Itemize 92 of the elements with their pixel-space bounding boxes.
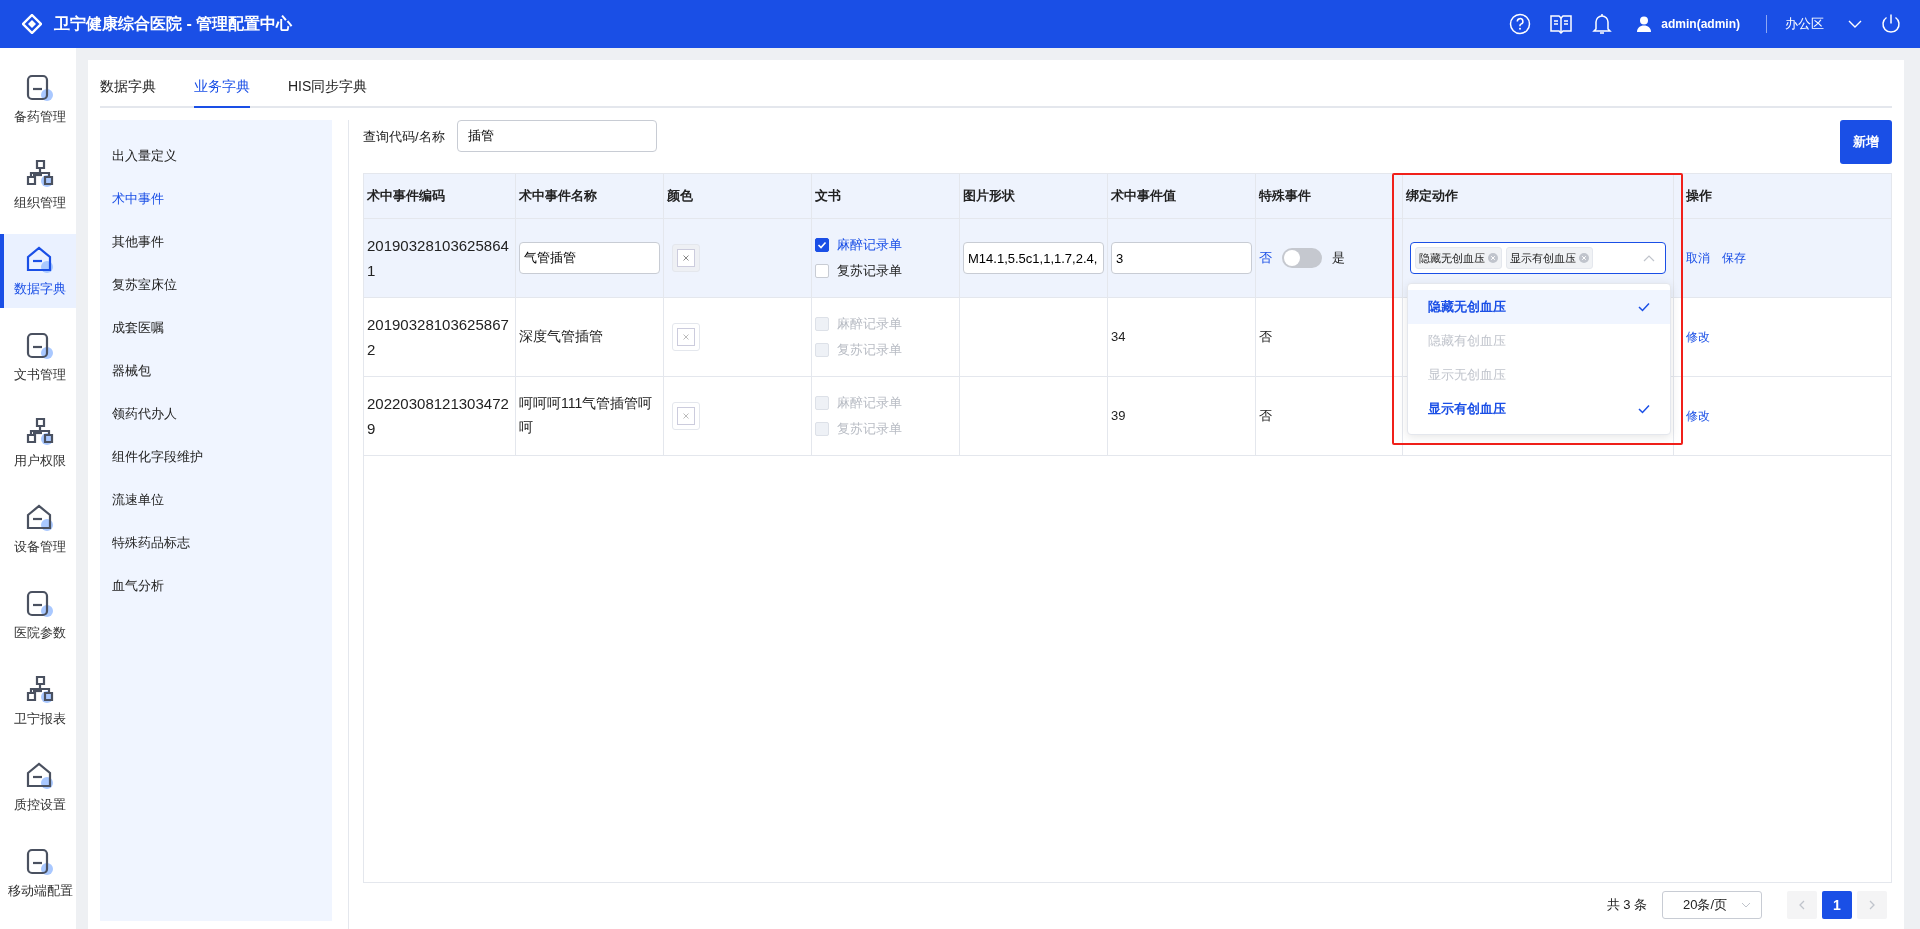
submenu-item[interactable]: 术中事件 — [100, 177, 332, 220]
table-cell-text: 呵呵呵111气管插管呵呵 — [519, 394, 654, 437]
user-icon — [1637, 16, 1652, 32]
nav-item[interactable]: 用户权限 — [0, 406, 76, 480]
submenu-item[interactable]: 其他事件 — [100, 220, 332, 263]
cross-icon — [677, 407, 695, 425]
book-icon[interactable] — [1549, 13, 1574, 35]
column-header: 术中事件名称 — [519, 187, 597, 205]
app-title: 卫宁健康综合医院 - 管理配置中心 — [54, 13, 293, 34]
chevron-down-icon[interactable] — [1848, 20, 1862, 28]
dropdown-option[interactable]: 隐藏无创血压 — [1408, 290, 1670, 324]
tab[interactable]: 业务字典 — [194, 78, 250, 108]
document-checkbox[interactable]: 麻醉记录单 — [815, 233, 902, 256]
page-size-select[interactable]: 20条/页 — [1662, 891, 1762, 919]
next-page-button[interactable] — [1857, 891, 1887, 919]
total-count: 共 3 条 — [1606, 896, 1647, 914]
action-link[interactable]: 保存 — [1722, 247, 1746, 269]
column-header: 操作 — [1686, 187, 1712, 205]
submenu-item[interactable]: 器械包 — [100, 349, 332, 392]
add-button[interactable]: 新增 — [1840, 120, 1892, 164]
submenu-item[interactable]: 领药代办人 — [100, 392, 332, 435]
table-cell-text: 34 — [1111, 327, 1126, 346]
chevron-down-icon — [1741, 902, 1751, 908]
search-label: 查询代码/名称 — [363, 128, 445, 146]
help-icon[interactable] — [1509, 13, 1532, 35]
close-icon[interactable] — [1488, 253, 1498, 263]
switch-label: 是 — [1332, 248, 1345, 267]
value-input[interactable]: 3 — [1111, 242, 1252, 274]
action-select[interactable]: 隐藏无创血压 显示有创血压 — [1410, 242, 1666, 274]
shape-input[interactable]: M14.1,5.5c1,1,1.7,2.4, — [963, 242, 1104, 274]
table-cell-text: 39 — [1111, 406, 1126, 425]
submenu-item[interactable]: 组件化字段维护 — [100, 435, 332, 478]
submenu-item[interactable]: 成套医嘱 — [100, 306, 332, 349]
check-icon — [1638, 302, 1650, 312]
switch-label: 否 — [1259, 248, 1272, 267]
column-header: 图片形状 — [963, 187, 1015, 205]
submenu-item[interactable]: 出入量定义 — [100, 134, 332, 177]
tab[interactable]: 数据字典 — [100, 78, 156, 108]
region-label[interactable]: 办公区 — [1785, 15, 1824, 33]
submenu-item[interactable]: 特殊药品标志 — [100, 521, 332, 564]
nav-item[interactable]: 卫宁报表 — [0, 664, 76, 738]
table-cell-text: 否 — [1259, 327, 1272, 346]
check-icon — [1638, 404, 1650, 414]
nav-item[interactable]: 组织管理 — [0, 148, 76, 222]
power-icon[interactable] — [1880, 13, 1902, 35]
cross-icon — [677, 249, 695, 267]
check-icon — [817, 239, 827, 250]
nav-item[interactable]: 备药管理 — [0, 62, 76, 136]
toggle-switch[interactable] — [1282, 248, 1322, 268]
nav-item[interactable]: 质控设置 — [0, 750, 76, 824]
table-cell-text: 201903281036258641 — [367, 235, 510, 281]
column-header: 颜色 — [667, 187, 693, 205]
search-field[interactable]: 插管 — [456, 120, 657, 152]
column-header: 特殊事件 — [1259, 187, 1311, 205]
color-picker[interactable] — [672, 402, 700, 430]
nav-item[interactable]: 文书管理 — [0, 320, 76, 394]
table-cell-text: 否 — [1259, 406, 1272, 425]
submenu-item[interactable]: 复苏室床位 — [100, 263, 332, 306]
chevron-up-icon — [1643, 254, 1655, 262]
table-cell-text: 深度气管插管 — [519, 327, 603, 347]
nav-item[interactable]: 设备管理 — [0, 492, 76, 566]
user-name[interactable]: admin(admin) — [1661, 17, 1740, 31]
nav-item[interactable]: 医院参数 — [0, 578, 76, 652]
submenu-item[interactable]: 流速单位 — [100, 478, 332, 521]
selected-tag: 隐藏无创血压 — [1415, 247, 1502, 269]
close-icon[interactable] — [1579, 253, 1589, 263]
logo-icon — [22, 14, 42, 34]
action-link[interactable]: 修改 — [1686, 326, 1710, 348]
bell-icon[interactable] — [1591, 12, 1614, 36]
action-link[interactable]: 修改 — [1686, 405, 1710, 427]
document-checkbox[interactable]: 复苏记录单 — [815, 260, 902, 283]
page-button[interactable]: 1 — [1822, 891, 1852, 919]
prev-page-button[interactable] — [1787, 891, 1817, 919]
table-cell-text: 202203081213034729 — [367, 393, 510, 439]
submenu-item[interactable]: 血气分析 — [100, 564, 332, 607]
column-header: 术中事件值 — [1111, 187, 1176, 205]
tab[interactable]: HIS同步字典 — [288, 78, 368, 108]
name-input[interactable]: 气管插管 — [519, 242, 660, 274]
dropdown-option[interactable]: 显示有创血压 — [1408, 392, 1670, 426]
cross-icon — [677, 328, 695, 346]
color-picker[interactable] — [672, 244, 700, 272]
selected-tag: 显示有创血压 — [1506, 247, 1593, 269]
action-link[interactable]: 取消 — [1686, 247, 1710, 269]
table-cell-text: 201903281036258672 — [367, 314, 510, 360]
color-picker[interactable] — [672, 323, 700, 351]
column-header: 绑定动作 — [1406, 187, 1458, 205]
nav-item[interactable]: 数据字典 — [0, 234, 76, 308]
chevron-right-icon — [1869, 900, 1875, 910]
column-header: 术中事件编码 — [367, 187, 445, 205]
nav-item[interactable]: 移动端配置 — [0, 836, 76, 910]
column-header: 文书 — [815, 187, 841, 205]
chevron-left-icon — [1799, 900, 1805, 910]
